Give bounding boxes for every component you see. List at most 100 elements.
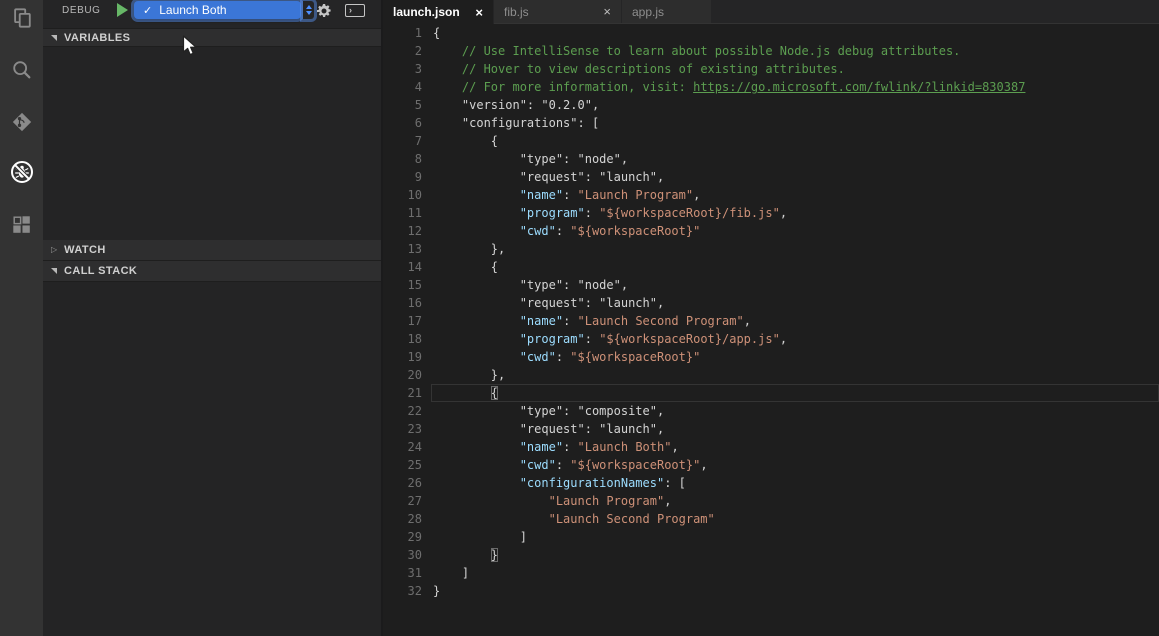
debug-config-selected: Launch Both — [159, 3, 226, 17]
tab-launch.json[interactable]: launch.json × — [383, 0, 494, 24]
code-editor[interactable]: 1{2 // Use IntelliSense to learn about p… — [383, 24, 1159, 636]
tab-label: launch.json — [393, 5, 460, 19]
tab-app.js[interactable]: app.js — [622, 0, 712, 23]
code-line[interactable]: 19 "cwd": "${workspaceRoot}" — [383, 348, 1159, 366]
code-line[interactable]: 17 "name": "Launch Second Program", — [383, 312, 1159, 330]
line-number: 17 — [383, 312, 422, 330]
code-line[interactable]: 20 }, — [383, 366, 1159, 384]
chevron-expanded-icon — [51, 35, 57, 41]
line-number: 22 — [383, 402, 422, 420]
code-line[interactable]: 12 "cwd": "${workspaceRoot}" — [383, 222, 1159, 240]
code-line[interactable]: 21 { — [383, 384, 1159, 402]
line-number: 9 — [383, 168, 422, 186]
line-number: 11 — [383, 204, 422, 222]
code-line[interactable]: 25 "cwd": "${workspaceRoot}", — [383, 456, 1159, 474]
line-number: 30 — [383, 546, 422, 564]
start-debug-button[interactable] — [116, 3, 130, 17]
stepper-down-icon — [306, 11, 312, 15]
code-line[interactable]: 7 { — [383, 132, 1159, 150]
code-line[interactable]: 27 "Launch Program", — [383, 492, 1159, 510]
tab-fib.js[interactable]: fib.js× — [494, 0, 622, 23]
line-number: 1 — [383, 24, 422, 42]
chevron-expanded-icon — [51, 268, 57, 274]
debug-config-dropdown[interactable]: ✓ Launch Both — [134, 1, 301, 19]
code-line[interactable]: 6 "configurations": [ — [383, 114, 1159, 132]
extensions-icon[interactable] — [8, 211, 36, 239]
debug-icon[interactable] — [8, 158, 36, 186]
line-number: 6 — [383, 114, 422, 132]
code-line[interactable]: 2 // Use IntelliSense to learn about pos… — [383, 42, 1159, 60]
current-line-highlight — [431, 384, 1159, 402]
code-line[interactable]: 16 "request": "launch", — [383, 294, 1159, 312]
code-line[interactable]: 4 // For more information, visit: https:… — [383, 78, 1159, 96]
line-number: 5 — [383, 96, 422, 114]
code-line[interactable]: 11 "program": "${workspaceRoot}/fib.js", — [383, 204, 1159, 222]
code-line[interactable]: 1{ — [383, 24, 1159, 42]
section-label: CALL STACK — [64, 265, 137, 277]
open-debug-console-button[interactable]: › — [345, 4, 365, 17]
code-line[interactable]: 5 "version": "0.2.0", — [383, 96, 1159, 114]
callstack-panel-body — [43, 282, 383, 636]
close-tab-icon[interactable]: × — [475, 6, 483, 19]
section-header-watch[interactable]: ▷ WATCH — [43, 240, 383, 261]
code-line[interactable]: 29 ] — [383, 528, 1159, 546]
line-number: 3 — [383, 60, 422, 78]
code-line[interactable]: 22 "type": "composite", — [383, 402, 1159, 420]
line-number: 15 — [383, 276, 422, 294]
code-line[interactable]: 18 "program": "${workspaceRoot}/app.js", — [383, 330, 1159, 348]
line-number: 12 — [383, 222, 422, 240]
code-line[interactable]: 9 "request": "launch", — [383, 168, 1159, 186]
line-number: 20 — [383, 366, 422, 384]
close-tab-icon[interactable]: × — [603, 5, 611, 18]
debug-sidebar: DEBUG ✓ Launch Both › VARIABLES — [43, 0, 383, 636]
line-number: 28 — [383, 510, 422, 528]
line-number: 10 — [383, 186, 422, 204]
code-line[interactable]: 13 }, — [383, 240, 1159, 258]
code-line[interactable]: 23 "request": "launch", — [383, 420, 1159, 438]
code-line[interactable]: 3 // Hover to view descriptions of exist… — [383, 60, 1159, 78]
line-number: 14 — [383, 258, 422, 276]
explorer-icon[interactable] — [8, 4, 36, 32]
link[interactable]: https://go.microsoft.com/fwlink/?linkid=… — [693, 80, 1025, 94]
line-number: 18 — [383, 330, 422, 348]
code-line[interactable]: 8 "type": "node", — [383, 150, 1159, 168]
line-number: 24 — [383, 438, 422, 456]
code-line[interactable]: 30 } — [383, 546, 1159, 564]
line-number: 2 — [383, 42, 422, 60]
line-number: 32 — [383, 582, 422, 600]
section-header-callstack[interactable]: CALL STACK — [43, 261, 383, 282]
line-number: 27 — [383, 492, 422, 510]
section-header-variables[interactable]: VARIABLES — [43, 29, 383, 47]
line-number: 26 — [383, 474, 422, 492]
dropdown-stepper[interactable] — [303, 1, 314, 19]
console-prompt-glyph: › — [349, 5, 352, 15]
debug-toolbar: DEBUG ✓ Launch Both › — [43, 0, 383, 29]
tab-bar: launch.json×fib.js×app.js — [383, 0, 1159, 24]
section-label: WATCH — [64, 244, 106, 256]
line-number: 8 — [383, 150, 422, 168]
line-number: 25 — [383, 456, 422, 474]
code-line[interactable]: 10 "name": "Launch Program", — [383, 186, 1159, 204]
configure-gear-button[interactable] — [316, 3, 332, 19]
line-number: 16 — [383, 294, 422, 312]
line-number: 29 — [383, 528, 422, 546]
line-number: 31 — [383, 564, 422, 582]
code-line[interactable]: 24 "name": "Launch Both", — [383, 438, 1159, 456]
source-control-icon[interactable] — [8, 108, 36, 136]
line-number: 13 — [383, 240, 422, 258]
editor-group: launch.json×fib.js×app.js 1{2 // Use Int… — [383, 0, 1159, 636]
code-line[interactable]: 15 "type": "node", — [383, 276, 1159, 294]
code-line[interactable]: 26 "configurationNames": [ — [383, 474, 1159, 492]
vscode-window: DEBUG ✓ Launch Both › VARIABLES — [0, 0, 1159, 636]
code-line[interactable]: 14 { — [383, 258, 1159, 276]
variables-panel-body — [43, 47, 383, 240]
code-line[interactable]: 32} — [383, 582, 1159, 600]
code-line[interactable]: 31 ] — [383, 564, 1159, 582]
stepper-up-icon — [306, 5, 312, 9]
tab-label: app.js — [632, 5, 664, 19]
line-number: 19 — [383, 348, 422, 366]
search-icon[interactable] — [8, 56, 36, 84]
code-line[interactable]: 28 "Launch Second Program" — [383, 510, 1159, 528]
section-label: VARIABLES — [64, 32, 130, 44]
line-number: 21 — [383, 384, 422, 402]
